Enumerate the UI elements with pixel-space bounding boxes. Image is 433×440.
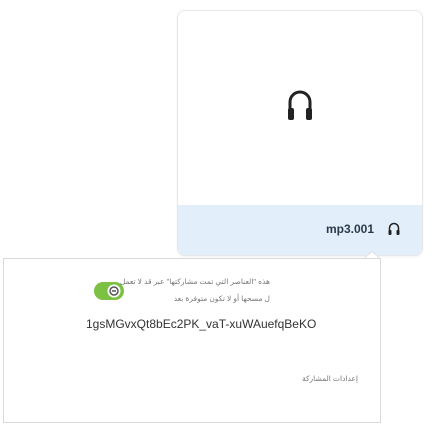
- link-reply-card: هذه "العناصر التي تمت مشاركتها" عبر قد ل…: [3, 258, 381, 423]
- notice-line2: ل مسحها أو لا تكون متوفرة بعد: [173, 294, 270, 303]
- notice-line1: هذه "العناصر التي تمت مشاركتها" عبر قد ل…: [119, 277, 270, 286]
- sharing-settings-link[interactable]: إعدادات المشاركة: [302, 374, 358, 383]
- file-preview: [178, 11, 422, 205]
- file-footer: mp3.001: [178, 205, 422, 255]
- headphones-icon: [287, 88, 313, 129]
- file-attachment-card[interactable]: mp3.001: [177, 10, 423, 256]
- headphones-icon: [386, 221, 402, 237]
- file-name: mp3.001: [325, 222, 374, 236]
- shared-link-id[interactable]: 1gsMGvxQt8bEc2PK_vaT-xuWAuefqBeKO: [86, 317, 316, 331]
